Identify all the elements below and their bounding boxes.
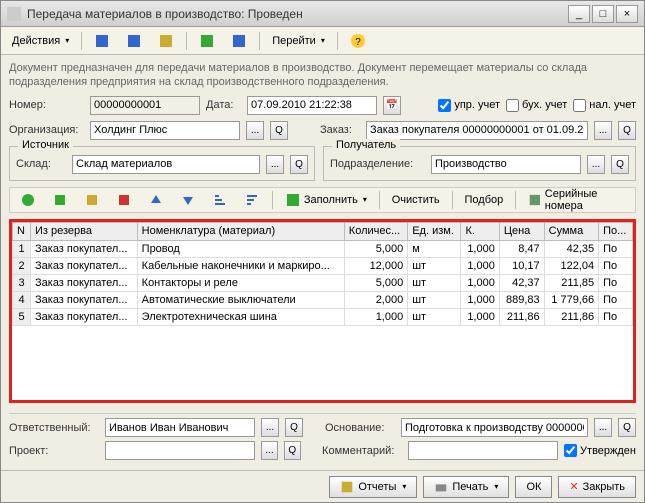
fill-button[interactable]: Заполнить▾: [278, 189, 374, 211]
podr-select-button[interactable]: ...: [587, 155, 605, 174]
comment-label: Комментарий:: [322, 445, 402, 457]
org-label: Организация:: [9, 124, 84, 136]
delete-row-button[interactable]: [109, 189, 139, 211]
order-select-button[interactable]: ...: [594, 121, 612, 140]
comment-input[interactable]: [408, 441, 558, 460]
source-title: Источник: [18, 139, 73, 151]
dest-title: Получатель: [332, 139, 400, 151]
maximize-button[interactable]: □: [592, 5, 614, 23]
date-picker-button[interactable]: 📅: [383, 96, 401, 115]
table-header[interactable]: Цена: [499, 222, 544, 240]
app-icon: [7, 7, 21, 21]
table-row[interactable]: 4Заказ покупател...Автоматические выключ…: [13, 291, 633, 308]
proj-label: Проект:: [9, 445, 99, 457]
resp-open-button[interactable]: Q: [285, 418, 303, 437]
svg-text:?: ?: [355, 37, 361, 48]
table-header[interactable]: Количес...: [344, 222, 407, 240]
sklad-input[interactable]: [72, 155, 260, 174]
table-toolbar: Заполнить▾ Очистить Подбор Серийные номе…: [9, 187, 636, 213]
description-text: Документ предназначен для передачи матер…: [9, 61, 636, 90]
table-header[interactable]: Номенклатура (материал): [137, 222, 344, 240]
org-open-button[interactable]: Q: [270, 121, 288, 140]
date-input[interactable]: [247, 96, 377, 115]
table-row[interactable]: 5Заказ покупател...Электротехническая ши…: [13, 308, 633, 325]
source-fieldset: Источник Склад: ... Q: [9, 146, 315, 181]
proj-select-button[interactable]: ...: [261, 441, 278, 460]
number-input[interactable]: [90, 96, 200, 115]
ok-button[interactable]: ОК: [515, 476, 552, 498]
close-window-button[interactable]: ×: [616, 5, 638, 23]
org-input[interactable]: [90, 121, 240, 140]
table-row[interactable]: 2Заказ покупател...Кабельные наконечники…: [13, 257, 633, 274]
tb-icon-1[interactable]: [87, 30, 117, 52]
proj-input[interactable]: [105, 441, 255, 460]
basis-input[interactable]: [401, 418, 588, 437]
table-header[interactable]: К.: [461, 222, 499, 240]
edit-row-button[interactable]: [77, 189, 107, 211]
resp-input[interactable]: [105, 418, 255, 437]
table-header[interactable]: Сумма: [544, 222, 598, 240]
serial-button[interactable]: Серийные номера: [521, 189, 632, 211]
tb-icon-2[interactable]: [119, 30, 149, 52]
table-row[interactable]: 1Заказ покупател...Провод5,000м1,0008,47…: [13, 240, 633, 257]
table-header[interactable]: N: [13, 222, 31, 240]
bottom-bar: Отчеты▾ Печать▾ ОК ✕Закрыть: [1, 470, 644, 502]
nal-checkbox[interactable]: нал. учет: [573, 99, 636, 112]
reports-button[interactable]: Отчеты▾: [329, 476, 417, 498]
tb-icon-5[interactable]: [224, 30, 254, 52]
basis-label: Основание:: [325, 422, 395, 434]
resp-select-button[interactable]: ...: [261, 418, 279, 437]
table-header[interactable]: Из резерва: [31, 222, 138, 240]
number-label: Номер:: [9, 99, 84, 111]
dest-fieldset: Получатель Подразделение: ... Q: [323, 146, 636, 181]
table-header[interactable]: По...: [599, 222, 633, 240]
basis-open-button[interactable]: Q: [618, 418, 636, 437]
sort-asc-button[interactable]: [205, 189, 235, 211]
org-select-button[interactable]: ...: [246, 121, 264, 140]
table-row[interactable]: 3Заказ покупател...Контакторы и реле5,00…: [13, 274, 633, 291]
sort-desc-button[interactable]: [237, 189, 267, 211]
copy-row-button[interactable]: [45, 189, 75, 211]
minimize-button[interactable]: _: [568, 5, 590, 23]
window-title: Передача материалов в производство: Пров…: [27, 7, 568, 21]
main-toolbar: Действия▾ Перейти▾ ?: [1, 27, 644, 55]
date-label: Дата:: [206, 99, 241, 111]
table-header[interactable]: Ед. изм.: [408, 222, 461, 240]
tb-icon-4[interactable]: [192, 30, 222, 52]
select-button[interactable]: Подбор: [458, 189, 511, 211]
clear-button[interactable]: Очистить: [385, 189, 447, 211]
podr-input[interactable]: [431, 155, 581, 174]
tb-icon-3[interactable]: [151, 30, 181, 52]
add-row-button[interactable]: [13, 189, 43, 211]
order-input[interactable]: [366, 121, 588, 140]
move-down-button[interactable]: [173, 189, 203, 211]
podr-label: Подразделение:: [330, 158, 425, 170]
actions-menu[interactable]: Действия▾: [5, 30, 76, 52]
help-button[interactable]: ?: [343, 30, 373, 52]
resp-label: Ответственный:: [9, 422, 99, 434]
buh-checkbox[interactable]: бух. учет: [506, 99, 567, 112]
print-button[interactable]: Печать▾: [423, 476, 509, 498]
move-up-button[interactable]: [141, 189, 171, 211]
podr-open-button[interactable]: Q: [611, 155, 629, 174]
upr-checkbox[interactable]: упр. учет: [438, 99, 500, 112]
sklad-label: Склад:: [16, 158, 66, 170]
close-button[interactable]: ✕Закрыть: [558, 476, 636, 498]
titlebar: Передача материалов в производство: Пров…: [1, 1, 644, 27]
materials-table[interactable]: NИз резерваНоменклатура (материал)Количе…: [9, 219, 636, 403]
order-open-button[interactable]: Q: [618, 121, 636, 140]
proj-open-button[interactable]: Q: [284, 441, 301, 460]
basis-select-button[interactable]: ...: [594, 418, 612, 437]
sklad-open-button[interactable]: Q: [290, 155, 308, 174]
goto-menu[interactable]: Перейти▾: [265, 30, 332, 52]
order-label: Заказ:: [320, 124, 360, 136]
approved-checkbox[interactable]: Утвержден: [564, 444, 636, 457]
sklad-select-button[interactable]: ...: [266, 155, 284, 174]
